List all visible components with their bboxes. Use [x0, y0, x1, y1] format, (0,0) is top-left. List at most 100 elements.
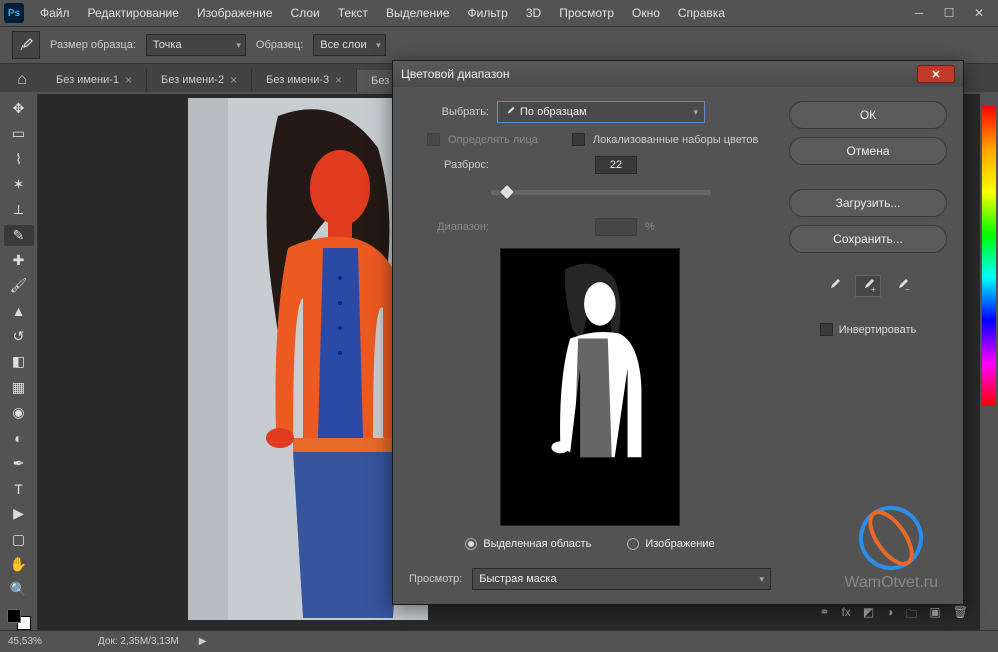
dialog-titlebar[interactable]: Цветовой диапазон ✕ [393, 61, 963, 87]
tab-doc3[interactable]: Без имени-3 × [252, 68, 357, 92]
status-bar: 45,53% Док: 2,35M/3,13M ▶ [0, 630, 998, 652]
sample-label: Образец: [256, 39, 303, 51]
minimize-button[interactable]: ─ [904, 2, 934, 24]
eyedropper-button[interactable] [821, 275, 847, 297]
toolbox: ✥ ▭ ⌇ ✶ ⟂ ✎ ✚ 🖌 ▲ ↺ ◧ ▦ ◉ ◐ ✒ T ▶ ▢ ✋ 🔍 [0, 94, 38, 630]
preview-mode-select[interactable]: Быстрая маска ▾ [472, 568, 771, 590]
close-button[interactable]: ✕ [964, 2, 994, 24]
menu-image[interactable]: Изображение [189, 6, 281, 20]
lasso-tool[interactable]: ⌇ [4, 149, 34, 170]
folder-icon[interactable]: 🗀 [905, 605, 917, 626]
ps-logo: Ps [4, 3, 24, 23]
menu-filter[interactable]: Фильтр [460, 6, 516, 20]
sample-size-label: Размер образца: [50, 39, 136, 51]
menu-file[interactable]: Файл [32, 6, 78, 20]
invert-option[interactable]: Инвертировать [789, 323, 947, 336]
fuzziness-label: Разброс: [409, 159, 489, 171]
eyedropper-tool[interactable]: ✎ [4, 225, 34, 246]
invert-checkbox[interactable] [820, 323, 833, 336]
pen-tool[interactable]: ✒ [4, 453, 34, 474]
blur-tool[interactable]: ◉ [4, 402, 34, 423]
move-tool[interactable]: ✥ [4, 98, 34, 119]
eyedropper-icon [504, 106, 516, 118]
svg-text:−: − [905, 285, 910, 294]
detect-faces-checkbox [427, 133, 440, 146]
doc-size: Док: 2,35M/3,13M [98, 636, 179, 647]
mask-icon[interactable]: ◩ [863, 605, 874, 626]
chevron-down-icon: ▾ [693, 107, 698, 118]
fuzziness-input[interactable]: 22 [595, 156, 637, 174]
tab-doc2[interactable]: Без имени-2 × [147, 68, 252, 92]
localized-checkbox[interactable] [572, 133, 585, 146]
link-icon[interactable]: ⚭ [819, 605, 829, 626]
eyedropper-subtract-button[interactable]: − [889, 275, 915, 297]
radio-selection[interactable]: Выделенная область [465, 538, 591, 550]
stamp-tool[interactable]: ▲ [4, 301, 34, 322]
menu-3d[interactable]: 3D [518, 6, 549, 20]
save-button[interactable]: Сохранить... [789, 225, 947, 253]
preview-label: Просмотр: [409, 573, 462, 585]
radio-selection-label: Выделенная область [483, 538, 591, 550]
close-icon[interactable]: × [230, 73, 237, 87]
adjustment-icon[interactable]: ◑ [886, 605, 893, 626]
hand-tool[interactable]: ✋ [4, 554, 34, 575]
tab-label: Без имени-2 [161, 74, 224, 86]
path-select-tool[interactable]: ▶ [4, 503, 34, 524]
menu-select[interactable]: Выделение [378, 6, 458, 20]
menu-edit[interactable]: Редактирование [80, 6, 187, 20]
load-button[interactable]: Загрузить... [789, 189, 947, 217]
color-range-dialog: Цветовой диапазон ✕ Выбрать: По образцам… [392, 60, 964, 605]
sample-layers-select[interactable]: Все слои [313, 34, 385, 56]
color-ramp[interactable] [982, 106, 996, 406]
tab-doc1[interactable]: Без имени-1 × [42, 68, 147, 92]
fuzziness-slider[interactable] [491, 188, 711, 202]
quick-select-tool[interactable]: ✶ [4, 174, 34, 195]
dialog-close-button[interactable]: ✕ [917, 65, 955, 83]
zoom-value[interactable]: 45,53% [8, 636, 78, 647]
fx-icon[interactable]: fx [841, 605, 850, 626]
menu-bar: Ps Файл Редактирование Изображение Слои … [0, 0, 998, 26]
current-tool-icon[interactable] [12, 31, 40, 59]
slider-thumb[interactable] [499, 184, 516, 201]
dodge-tool[interactable]: ◐ [4, 427, 34, 448]
select-dropdown[interactable]: По образцам ▾ [497, 101, 705, 123]
eyedropper-add-button[interactable]: + [855, 275, 881, 297]
gradient-tool[interactable]: ▦ [4, 377, 34, 398]
options-bar: Размер образца: Точка Образец: Все слои [0, 26, 998, 64]
marquee-tool[interactable]: ▭ [4, 123, 34, 144]
cancel-button[interactable]: Отмена [789, 137, 947, 165]
chevron-down-icon: ▾ [759, 574, 764, 585]
layers-panel-icons: ⚭ fx ◩ ◑ 🗀 ▣ 🗑 [819, 605, 968, 626]
zoom-tool[interactable]: 🔍 [4, 579, 34, 600]
ok-button[interactable]: ОК [789, 101, 947, 129]
new-layer-icon[interactable]: ▣ [929, 605, 940, 626]
eraser-tool[interactable]: ◧ [4, 351, 34, 372]
chevron-right-icon[interactable]: ▶ [199, 636, 207, 647]
healing-tool[interactable]: ✚ [4, 250, 34, 271]
radio-image-label: Изображение [645, 538, 714, 550]
close-icon[interactable]: × [335, 73, 342, 87]
menu-layers[interactable]: Слои [283, 6, 328, 20]
type-tool[interactable]: T [4, 478, 34, 499]
eyedropper-icon [18, 37, 34, 53]
trash-icon[interactable]: 🗑 [953, 605, 968, 626]
range-input [595, 218, 637, 236]
menu-text[interactable]: Текст [330, 6, 376, 20]
history-brush-tool[interactable]: ↺ [4, 326, 34, 347]
home-icon[interactable]: ⌂ [10, 68, 34, 92]
brush-tool[interactable]: 🖌 [4, 275, 34, 296]
tab-label: Без имени-3 [266, 74, 329, 86]
menu-help[interactable]: Справка [670, 6, 733, 20]
close-icon[interactable]: × [125, 73, 132, 87]
color-swatches[interactable] [7, 609, 31, 630]
menu-view[interactable]: Просмотр [551, 6, 622, 20]
radio-image[interactable]: Изображение [627, 538, 714, 550]
crop-tool[interactable]: ⟂ [4, 199, 34, 220]
sample-size-select[interactable]: Точка [146, 34, 246, 56]
radio-icon [465, 538, 477, 550]
maximize-button[interactable]: ☐ [934, 2, 964, 24]
window-controls: ─ ☐ ✕ [904, 2, 994, 24]
shape-tool[interactable]: ▢ [4, 529, 34, 550]
tab-label: Без имени-1 [56, 74, 119, 86]
menu-window[interactable]: Окно [624, 6, 668, 20]
